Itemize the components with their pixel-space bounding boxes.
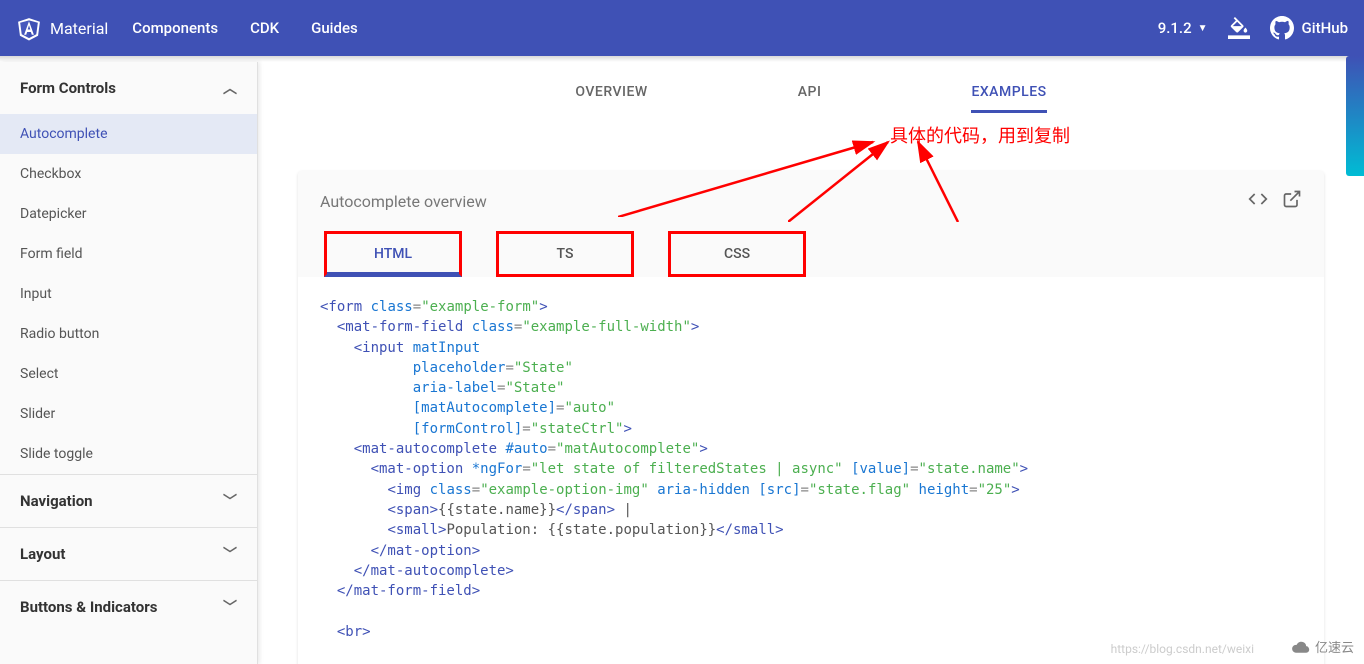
sidebar-item-select[interactable]: Select (0, 354, 257, 394)
page-progress-indicator (1346, 56, 1364, 176)
doc-tab-overview[interactable]: OVERVIEW (575, 84, 647, 113)
doc-tabs: OVERVIEW API EXAMPLES (298, 62, 1324, 123)
open-external-icon[interactable] (1282, 189, 1302, 213)
angular-logo[interactable]: Material (16, 15, 108, 41)
sidebar-group-form-controls[interactable]: Form Controls︿ (0, 62, 257, 114)
annotation-text: 具体的代码，用到复制 (890, 122, 1070, 148)
sidebar-item-form-field[interactable]: Form field (0, 234, 257, 274)
code-tab-css[interactable]: CSS (668, 231, 806, 277)
sidebar-item-slider[interactable]: Slider (0, 394, 257, 434)
nav-guides[interactable]: Guides (311, 19, 358, 37)
sidebar: Form Controls︿AutocompleteCheckboxDatepi… (0, 62, 258, 664)
chevron-down-icon: ▼ (1198, 23, 1208, 34)
sidebar-group-navigation[interactable]: Navigation﹀ (0, 474, 257, 527)
version-label: 9.1.2 (1158, 19, 1192, 37)
paint-bucket-icon[interactable] (1228, 17, 1250, 39)
sidebar-item-checkbox[interactable]: Checkbox (0, 154, 257, 194)
watermark-text: https://blog.csdn.net/weixi (1111, 642, 1254, 656)
sidebar-group-layout[interactable]: Layout﹀ (0, 527, 257, 580)
sidebar-item-datepicker[interactable]: Datepicker (0, 194, 257, 234)
sidebar-item-slide-toggle[interactable]: Slide toggle (0, 434, 257, 474)
top-navbar: Material Components CDK Guides 9.1.2 ▼ G… (0, 0, 1364, 56)
sidebar-item-autocomplete[interactable]: Autocomplete (0, 114, 257, 154)
chevron-down-icon: ﹀ (223, 544, 237, 564)
example-title: Autocomplete overview (320, 192, 1248, 211)
sidebar-item-radio-button[interactable]: Radio button (0, 314, 257, 354)
cloud-brand: 亿速云 (1289, 637, 1354, 656)
doc-tab-examples[interactable]: EXAMPLES (971, 84, 1046, 113)
view-source-icon[interactable] (1248, 189, 1268, 213)
sidebar-item-input[interactable]: Input (0, 274, 257, 314)
github-link[interactable]: GitHub (1270, 16, 1348, 40)
example-card: Autocomplete overview HTML TS CSS <form cl… (298, 171, 1324, 664)
code-tabs: HTML TS CSS (298, 231, 1324, 277)
code-tab-html[interactable]: HTML (324, 231, 462, 277)
chevron-down-icon: ﹀ (223, 597, 237, 617)
sidebar-group-buttons-&-indicators[interactable]: Buttons & Indicators﹀ (0, 580, 257, 633)
nav-components[interactable]: Components (132, 19, 218, 37)
code-tab-ts[interactable]: TS (496, 231, 634, 277)
chevron-down-icon: ﹀ (223, 491, 237, 511)
code-block: <form class="example-form"> <mat-form-fi… (298, 277, 1324, 664)
brand-name: Material (50, 19, 108, 38)
main-content: OVERVIEW API EXAMPLES 具体的代码，用到复制 Autocompl… (258, 62, 1364, 664)
doc-tab-api[interactable]: API (798, 84, 822, 113)
version-selector[interactable]: 9.1.2 ▼ (1158, 19, 1208, 37)
github-label: GitHub (1302, 19, 1348, 37)
chevron-up-icon: ︿ (223, 78, 237, 98)
nav-cdk[interactable]: CDK (250, 19, 279, 37)
